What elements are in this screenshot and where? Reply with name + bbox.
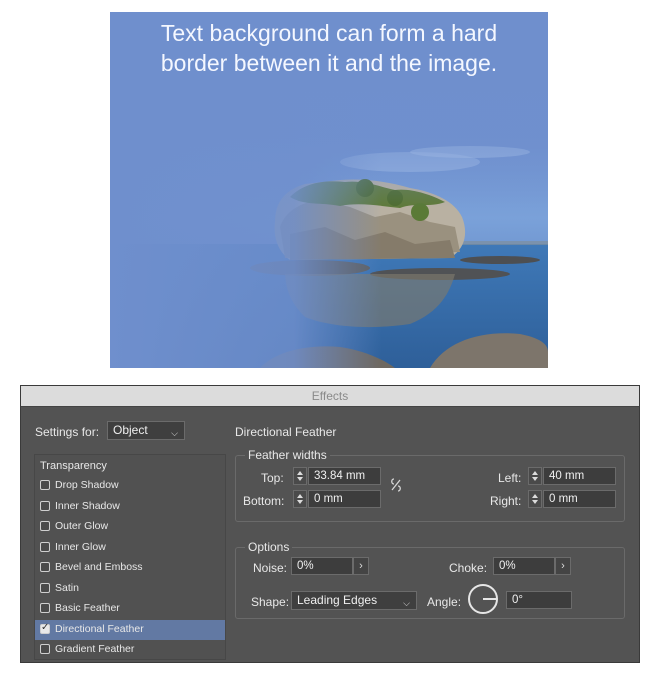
photo-caption: Text background can form a hard border b…: [110, 18, 548, 78]
checkbox[interactable]: [40, 644, 50, 654]
angle-label: Angle:: [427, 595, 462, 609]
left-stepper[interactable]: [528, 467, 542, 485]
list-item-outer-glow[interactable]: Outer Glow: [35, 517, 225, 537]
checkbox[interactable]: [40, 480, 50, 490]
bottom-stepper[interactable]: [293, 490, 307, 508]
noise-slider-button[interactable]: ›: [353, 557, 369, 575]
noise-field[interactable]: 0%: [291, 557, 353, 575]
right-field[interactable]: 0 mm: [543, 490, 616, 508]
list-item-satin[interactable]: Satin: [35, 579, 225, 599]
caption-line-1: Text background can form a hard: [160, 20, 498, 46]
feather-widths-group: [235, 455, 625, 522]
list-item-label: Directional Feather: [55, 622, 144, 635]
choke-label: Choke:: [449, 561, 488, 575]
list-item-inner-shadow[interactable]: Inner Shadow: [35, 497, 225, 517]
left-label: Left:: [498, 471, 522, 485]
effects-list: Transparency Drop Shadow Inner Shadow Ou…: [34, 454, 226, 660]
left-field[interactable]: 40 mm: [543, 467, 616, 485]
feather-widths-title: Feather widths: [245, 448, 330, 462]
angle-dial-icon[interactable]: [468, 584, 498, 614]
list-item-label: Basic Feather: [55, 602, 120, 614]
bottom-field[interactable]: 0 mm: [308, 490, 381, 508]
top-field[interactable]: 33.84 mm: [308, 467, 381, 485]
list-item-bevel-and-emboss[interactable]: Bevel and Emboss: [35, 558, 225, 578]
chevron-down-icon: ⌵: [403, 598, 410, 608]
list-item-label: Outer Glow: [55, 520, 109, 532]
top-stepper[interactable]: [293, 467, 307, 485]
right-label: Right:: [490, 494, 522, 508]
top-label: Top:: [261, 471, 284, 485]
right-stepper[interactable]: [528, 490, 542, 508]
settings-for-label: Settings for:: [35, 425, 100, 439]
unlink-icon[interactable]: [389, 477, 403, 493]
checkbox[interactable]: [40, 582, 50, 593]
section-title: Directional Feather: [235, 425, 337, 439]
list-item-inner-glow[interactable]: Inner Glow: [35, 538, 225, 558]
effects-dialog: Effects Settings for: Object ⌵ Direction…: [20, 385, 640, 663]
shape-label: Shape:: [251, 595, 290, 609]
shape-value: Leading Edges: [297, 593, 378, 607]
settings-for-dropdown[interactable]: Object ⌵: [107, 421, 185, 440]
bottom-label: Bottom:: [243, 494, 285, 508]
checkbox[interactable]: [40, 562, 50, 572]
list-item-label: Drop Shadow: [55, 479, 119, 491]
dialog-title: Effects: [21, 386, 639, 407]
feather-example-photo: Text background can form a hard border b…: [110, 12, 548, 368]
list-header-transparency[interactable]: Transparency: [40, 460, 107, 472]
choke-field[interactable]: 0%: [493, 557, 555, 575]
list-item-label: Satin: [55, 581, 79, 594]
list-item-label: Inner Shadow: [55, 499, 120, 512]
checkbox[interactable]: [40, 500, 50, 511]
list-item-label: Bevel and Emboss: [55, 561, 143, 573]
checkbox[interactable]: [40, 603, 50, 613]
checkbox[interactable]: [40, 541, 50, 552]
list-item-directional-feather[interactable]: Directional Feather: [35, 619, 225, 640]
list-item-drop-shadow[interactable]: Drop Shadow: [35, 476, 225, 496]
checkbox[interactable]: [40, 521, 50, 531]
noise-label: Noise:: [253, 561, 288, 575]
angle-field[interactable]: 0°: [506, 591, 572, 609]
list-item-basic-feather[interactable]: Basic Feather: [35, 599, 225, 619]
checkbox[interactable]: [40, 622, 50, 634]
list-item-gradient-feather[interactable]: Gradient Feather: [35, 640, 225, 660]
chevron-down-icon: ⌵: [171, 428, 178, 438]
settings-for-value: Object: [113, 423, 148, 437]
list-item-label: Gradient Feather: [55, 643, 135, 655]
list-item-label: Inner Glow: [55, 540, 106, 553]
caption-line-2: border between it and the image.: [160, 50, 498, 76]
shape-dropdown[interactable]: Leading Edges ⌵: [291, 591, 417, 610]
choke-slider-button[interactable]: ›: [555, 557, 571, 575]
options-title: Options: [245, 540, 293, 554]
